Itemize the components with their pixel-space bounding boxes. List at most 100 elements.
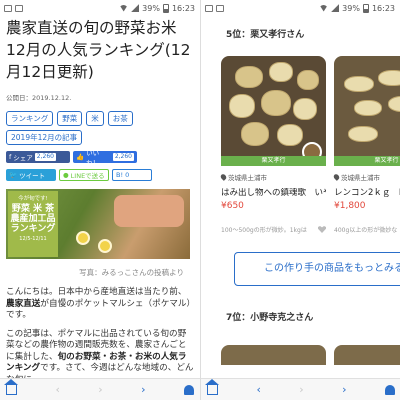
bell-icon[interactable] — [384, 384, 395, 395]
product-image-peek — [334, 345, 400, 365]
message-icon — [15, 4, 23, 12]
location-text: 茨城県土浦市 — [228, 174, 267, 182]
home-icon[interactable] — [205, 378, 219, 395]
heart-icon[interactable] — [318, 226, 326, 233]
twitter-icon: 🐦 — [9, 171, 18, 179]
clock: 16:23 — [371, 3, 395, 13]
back-icon[interactable]: ‹ — [256, 383, 260, 396]
left-screen: 39% 16:23 農家直送の旬の野菜お米 12月の人気ランキング(12月12日… — [0, 0, 200, 400]
product-note: 100〜500gの形が微妙。1kgは — [221, 225, 326, 234]
product-note: 400g以上の形が微妙な — [334, 225, 400, 234]
tweet-label: ツイート — [19, 172, 46, 180]
hero-image: 今が旬です! 野菜 米 茶 農産加工品 ランキング 12/5-12/11 — [6, 189, 190, 259]
battery-icon — [362, 3, 369, 13]
para1-text-a: こんにちは。日本中から産地直送は当たり前、 — [6, 287, 187, 297]
product-price: ¥1,800 — [334, 201, 366, 211]
tag-tea[interactable]: お茶 — [107, 111, 133, 126]
product-carousel[interactable]: 栗又孝行 茨城県土浦市 はみ出し物への鎮魂歌 いや！レンコンかァ！ ¥650 1… — [219, 56, 400, 234]
para1-bold: 農家直送 — [6, 298, 41, 309]
facebook-share-count: 2,260 — [34, 153, 56, 161]
thumbs-up-icon: 👍 — [76, 153, 85, 161]
clock: 16:23 — [171, 3, 195, 13]
wifi-icon — [319, 4, 329, 12]
hatena-bookmark-button[interactable]: B! 0 — [112, 169, 152, 181]
product-title: レンコン2ｋｇ M(大きいの) — [334, 188, 400, 198]
bell-icon[interactable] — [183, 384, 194, 395]
see-more-products-button[interactable]: この作り手の商品をもっとみる — [234, 252, 400, 286]
tag-ranking[interactable]: ランキング — [6, 111, 54, 126]
product-note-text: 100〜500gの形が微妙。1kgは — [221, 227, 307, 234]
hero-label-date: 12/5-12/11 — [19, 236, 47, 242]
location-text: 茨城県土浦市 — [341, 174, 380, 182]
seller-name: 栗又孝行 — [221, 156, 326, 166]
product-carousel-next[interactable] — [221, 345, 400, 365]
hatena-label: B! — [116, 171, 124, 179]
right-screen: 39% 16:23 5位：栗又孝行さん 栗又孝行 茨城県土浦市 はみ出し物への鎮… — [200, 0, 400, 400]
facebook-share-button[interactable]: f シェア 2,260 — [6, 151, 70, 163]
product-image — [221, 56, 326, 156]
line-label: LINEで送る — [70, 172, 105, 180]
product-card[interactable]: 栗又孝行 茨城県土浦市 はみ出し物への鎮魂歌 いや！レンコンかァ！ ¥650 1… — [219, 56, 326, 234]
status-bar: 39% 16:23 — [201, 0, 400, 16]
publish-date: 公開日：2019.12.12. — [6, 94, 72, 102]
article-body: こんにちは。日本中から産地直送は当たり前、農家直送が自慢のポケットマルシェ（ポケ… — [6, 287, 194, 386]
facebook-share-label: シェア — [13, 154, 33, 162]
location-pin-icon — [219, 173, 228, 181]
facebook-icon: f — [9, 153, 12, 161]
product-location: 茨城県土浦市 — [219, 172, 326, 182]
share-row-2: 🐦 ツイート ● LINEで送る B! 0 — [6, 169, 194, 181]
forward-icon[interactable]: › — [98, 383, 102, 396]
product-title: はみ出し物への鎮魂歌 いや！レンコンかァ！ — [221, 188, 326, 198]
product-card[interactable]: 栗又孝行 茨城県土浦市 レンコン2ｋｇ M(大きいの) ¥1,800 400g以… — [332, 56, 400, 234]
battery-percent: 39% — [142, 3, 160, 13]
hero-label-main: 野菜 米 茶 農産加工品 ランキング — [10, 204, 56, 234]
bottom-nav: ‹ › › — [0, 378, 200, 400]
tag-vegetables[interactable]: 野菜 — [57, 111, 83, 126]
product-image — [334, 56, 400, 156]
like-count: 2,260 — [112, 153, 134, 161]
hero-egg-graphic — [76, 231, 90, 245]
image-caption: 写真：みるっこさんの投稿より — [79, 268, 184, 277]
location-pin-icon — [332, 173, 341, 181]
chevron-right-icon[interactable]: › — [141, 383, 145, 396]
product-location: 茨城県土浦市 — [332, 172, 400, 182]
paragraph-1: こんにちは。日本中から産地直送は当たり前、農家直送が自慢のポケットマルシェ（ポケ… — [6, 287, 194, 322]
tweet-button[interactable]: 🐦 ツイート — [6, 169, 56, 181]
forward-icon[interactable]: › — [299, 383, 303, 396]
line-icon: ● — [63, 171, 69, 179]
chevron-right-icon[interactable]: › — [342, 383, 346, 396]
hero-egg-graphic — [98, 239, 112, 253]
signal-icon — [331, 4, 340, 12]
battery-percent: 39% — [342, 3, 360, 13]
rank-5-heading: 5位：栗又孝行さん — [226, 30, 305, 40]
wifi-icon — [119, 4, 129, 12]
like-label: いいね！ — [86, 149, 100, 167]
tag-list: ランキング 野菜 米 お茶 2019年12月の記事 — [6, 111, 194, 145]
product-note-text: 400g以上の形が微妙な — [334, 227, 398, 234]
hatena-count: 0 — [125, 171, 130, 179]
product-price: ¥650 — [221, 201, 244, 211]
tag-dec-2019[interactable]: 2019年12月の記事 — [6, 130, 83, 145]
facebook-like-button[interactable]: 👍 いいね！ 2,260 — [73, 149, 137, 167]
article-title: 農家直送の旬の野菜お米 12月の人気ランキング(12月12日更新) — [6, 19, 191, 81]
seller-name: 栗又孝行 — [334, 156, 400, 166]
product-image-peek — [221, 345, 326, 365]
tag-rice[interactable]: 米 — [86, 111, 104, 126]
hero-meat-graphic — [114, 195, 184, 227]
battery-icon — [162, 3, 169, 13]
seller-avatar — [302, 142, 322, 156]
hero-label-top: 今が旬です! — [18, 196, 48, 202]
hero-label-box: 今が旬です! 野菜 米 茶 農産加工品 ランキング 12/5-12/11 — [8, 191, 58, 257]
app-icon — [205, 4, 213, 12]
article: 農家直送の旬の野菜お米 12月の人気ランキング(12月12日更新) 公開日：20… — [0, 17, 200, 386]
home-icon[interactable] — [4, 378, 18, 395]
signal-icon — [131, 4, 140, 12]
back-icon[interactable]: ‹ — [55, 383, 59, 396]
status-bar: 39% 16:23 — [0, 0, 200, 16]
bottom-nav: ‹ › › — [201, 378, 400, 400]
app-icon — [4, 4, 12, 12]
message-icon — [216, 4, 224, 12]
line-share-button[interactable]: ● LINEで送る — [59, 169, 109, 181]
rank-7-heading: 7位：小野寺克之さん — [226, 313, 314, 323]
share-row-1: f シェア 2,260 👍 いいね！ 2,260 — [6, 149, 194, 167]
